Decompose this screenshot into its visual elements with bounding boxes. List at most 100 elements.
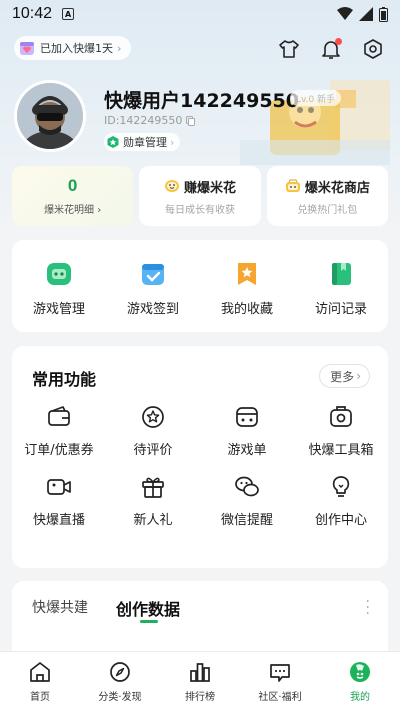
creation-panel: 快爆共建 创作数据 · · · bbox=[12, 581, 388, 661]
copy-icon bbox=[186, 115, 196, 126]
profile-icon bbox=[350, 662, 370, 682]
header-illustration bbox=[240, 80, 390, 165]
popcorn-balance-card[interactable]: 0 爆米花明细 › bbox=[12, 166, 134, 226]
wallet-icon bbox=[48, 406, 70, 426]
wifi-icon bbox=[337, 7, 353, 20]
visit-history-label: 访问记录 bbox=[314, 302, 367, 317]
status-bar: 10:42 A bbox=[0, 0, 400, 28]
wechat-reminder-label: 微信提醒 bbox=[220, 513, 273, 528]
battery-icon bbox=[379, 6, 388, 22]
my-favorites-label: 我的收藏 bbox=[220, 302, 273, 317]
active-tab-indicator bbox=[140, 620, 158, 623]
more-button[interactable]: 更多 › bbox=[319, 364, 370, 388]
game-manage-button[interactable]: 游戏管理 bbox=[12, 240, 106, 332]
notifications-button[interactable] bbox=[320, 38, 342, 60]
game-checkin-label: 游戏签到 bbox=[126, 302, 179, 317]
more-options-icon[interactable]: · · · bbox=[366, 595, 370, 621]
compass-icon bbox=[110, 662, 130, 682]
avatar[interactable] bbox=[14, 80, 86, 152]
toolbox-icon bbox=[330, 406, 352, 427]
top-actions bbox=[278, 38, 384, 60]
common-functions-title: 常用功能 bbox=[32, 370, 97, 389]
community-icon bbox=[270, 664, 290, 682]
medal-manage-button[interactable]: 勋章管理 › bbox=[104, 133, 181, 151]
popcorn-shop-label: 爆米花商店 bbox=[304, 180, 370, 196]
username: 快爆用户142249550 bbox=[104, 90, 299, 112]
creation-center-label: 创作中心 bbox=[314, 513, 367, 528]
common-functions-panel: 常用功能 更多 › 订单/优惠券 待评价 游戏单 快爆工具箱 快爆直播 新人礼 bbox=[12, 346, 388, 568]
settings-button[interactable] bbox=[362, 38, 384, 60]
pending-review-button[interactable]: 待评价 bbox=[106, 404, 200, 458]
join-days-badge[interactable]: 已加入快爆1天 › bbox=[14, 36, 132, 60]
popcorn-shop-sub: 兑换热门礼包 bbox=[297, 204, 358, 216]
live-stream-button[interactable]: 快爆直播 bbox=[12, 474, 106, 528]
bottom-nav: 首页 分类·发现 排行榜 社区·福利 我的 bbox=[0, 651, 400, 711]
game-manage-label: 游戏管理 bbox=[32, 302, 85, 317]
popcorn-balance: 0 bbox=[67, 176, 78, 195]
popcorn-smile-icon bbox=[164, 180, 179, 192]
gift-icon bbox=[142, 477, 164, 498]
popcorn-shop-card[interactable]: 爆米花商店 兑换热门礼包 bbox=[266, 166, 388, 226]
ranking-icon bbox=[190, 663, 210, 682]
tab-creation-data[interactable]: 创作数据 bbox=[116, 596, 180, 620]
orders-coupons-button[interactable]: 订单/优惠券 bbox=[12, 404, 106, 458]
dress-up-button[interactable] bbox=[278, 38, 300, 60]
join-days-label: 已加入快爆1天 bbox=[40, 42, 113, 55]
level-tag[interactable]: Lv.0 新手 bbox=[290, 90, 342, 106]
toolbox-button[interactable]: 快爆工具箱 bbox=[294, 404, 388, 458]
nav-ranking-label: 排行榜 bbox=[185, 692, 215, 703]
nav-ranking[interactable]: 排行榜 bbox=[160, 652, 240, 711]
status-time: 10:42 bbox=[12, 5, 53, 22]
creation-center-button[interactable]: 创作中心 bbox=[294, 474, 388, 528]
tab-co-build[interactable]: 快爆共建 bbox=[32, 597, 88, 617]
signal-icon bbox=[359, 7, 373, 21]
functions-grid: 订单/优惠券 待评价 游戏单 快爆工具箱 快爆直播 新人礼 微信提醒 创作中心 bbox=[12, 404, 388, 528]
nav-community[interactable]: 社区·福利 bbox=[240, 652, 320, 711]
settings-icon bbox=[364, 39, 382, 59]
unread-dot bbox=[335, 38, 342, 45]
medal-label: 勋章管理 bbox=[123, 136, 167, 149]
earn-popcorn-card[interactable]: 赚爆米花 每日成长有收获 bbox=[139, 166, 261, 226]
gamelist-icon bbox=[236, 407, 258, 427]
wechat-icon bbox=[235, 476, 259, 497]
chevron-right-icon: › bbox=[170, 135, 175, 149]
game-shortcuts-panel: 游戏管理 游戏签到 我的收藏 访问记录 bbox=[12, 240, 388, 332]
newcomer-gift-label: 新人礼 bbox=[133, 513, 173, 528]
wechat-reminder-button[interactable]: 微信提醒 bbox=[200, 474, 294, 528]
more-label: 更多 bbox=[330, 369, 355, 384]
game-list-label: 游戏单 bbox=[227, 443, 267, 458]
user-id[interactable]: ID:142249550 bbox=[104, 114, 196, 127]
visit-history-button[interactable]: 访问记录 bbox=[294, 240, 388, 332]
star-bookmark-icon bbox=[238, 263, 256, 285]
calendar-heart-icon bbox=[20, 42, 34, 55]
chevron-right-icon: › bbox=[356, 369, 361, 383]
avatar-image bbox=[17, 83, 83, 149]
game-list-button[interactable]: 游戏单 bbox=[200, 404, 294, 458]
bulb-icon bbox=[332, 476, 350, 497]
live-camera-icon bbox=[47, 479, 71, 495]
history-icon bbox=[332, 263, 351, 285]
popcorn-detail-link: 爆米花明细 › bbox=[44, 205, 102, 216]
chevron-right-icon: › bbox=[117, 41, 122, 55]
my-favorites-button[interactable]: 我的收藏 bbox=[200, 240, 294, 332]
user-id-text: ID:142249550 bbox=[104, 114, 183, 127]
nav-discover-label: 分类·发现 bbox=[98, 692, 142, 703]
gamepad-icon bbox=[47, 263, 71, 285]
home-icon bbox=[30, 662, 50, 682]
nav-profile-label: 我的 bbox=[350, 692, 370, 703]
review-icon bbox=[142, 406, 164, 428]
pending-review-label: 待评价 bbox=[133, 443, 173, 458]
nav-discover[interactable]: 分类·发现 bbox=[80, 652, 160, 711]
shop-icon bbox=[285, 179, 300, 192]
earn-popcorn-title: 赚爆米花 bbox=[164, 177, 236, 196]
newcomer-gift-button[interactable]: 新人礼 bbox=[106, 474, 200, 528]
live-stream-label: 快爆直播 bbox=[32, 513, 85, 528]
nav-home[interactable]: 首页 bbox=[0, 652, 80, 711]
medal-icon bbox=[107, 136, 119, 148]
popcorn-cards: 0 爆米花明细 › 赚爆米花 每日成长有收获 爆米花商店 兑换热门礼包 bbox=[12, 166, 388, 226]
nav-home-label: 首页 bbox=[30, 692, 50, 703]
nav-profile[interactable]: 我的 bbox=[320, 652, 400, 711]
toolbox-label: 快爆工具箱 bbox=[308, 443, 374, 458]
game-checkin-button[interactable]: 游戏签到 bbox=[106, 240, 200, 332]
checkin-icon bbox=[142, 264, 164, 285]
